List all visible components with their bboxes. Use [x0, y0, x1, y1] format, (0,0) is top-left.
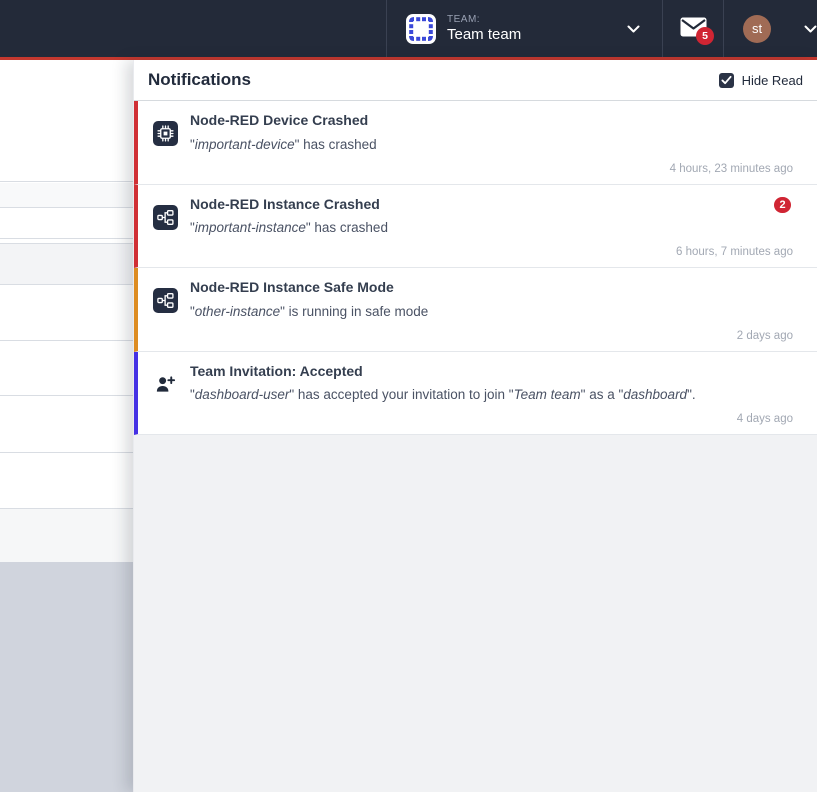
notification-title: Node-RED Instance Crashed [190, 196, 388, 214]
notification-message: "other-instance" is running in safe mode [190, 303, 428, 321]
hide-read-toggle[interactable]: Hide Read [719, 73, 803, 88]
team-avatar-icon [406, 14, 436, 44]
team-name: Team team [447, 27, 521, 44]
notification-title: Team Invitation: Accepted [190, 363, 696, 381]
notification-item[interactable]: Node-RED Instance Crashed "important-ins… [134, 185, 817, 269]
notification-item[interactable]: Team Invitation: Accepted "dashboard-use… [134, 352, 817, 436]
notification-count-badge: 2 [774, 197, 791, 213]
notification-timestamp: 6 hours, 7 minutes ago [676, 246, 793, 258]
top-navbar: TEAM: Team team 5 st [0, 0, 817, 57]
notification-title: Node-RED Instance Safe Mode [190, 279, 428, 297]
user-add-icon [153, 372, 178, 397]
notification-timestamp: 2 days ago [737, 330, 793, 342]
instance-icon [153, 288, 178, 313]
notification-message: "important-device" has crashed [190, 136, 377, 154]
notification-timestamp: 4 hours, 23 minutes ago [670, 163, 793, 175]
app-root: TEAM: Team team 5 st [0, 0, 817, 792]
team-selector[interactable]: TEAM: Team team [386, 0, 663, 57]
instance-icon [153, 205, 178, 230]
notification-timestamp: 4 days ago [737, 413, 793, 425]
hide-read-checkbox[interactable] [719, 73, 734, 88]
mail-unread-badge: 5 [696, 27, 714, 45]
notification-title: Node-RED Device Crashed [190, 112, 377, 130]
chevron-down-icon [804, 25, 817, 33]
drawer-title: Notifications [148, 70, 251, 90]
chevron-down-icon [627, 25, 640, 33]
device-chip-icon [153, 121, 178, 146]
user-menu[interactable]: st [724, 0, 817, 57]
notification-item[interactable]: Node-RED Instance Safe Mode "other-insta… [134, 268, 817, 352]
user-avatar: st [743, 15, 771, 43]
notification-message: "dashboard-user" has accepted your invit… [190, 386, 696, 404]
notification-message: "important-instance" has crashed [190, 219, 388, 237]
drawer-header: Notifications Hide Read [134, 60, 817, 101]
notification-item[interactable]: Node-RED Device Crashed "important-devic… [134, 101, 817, 185]
notifications-drawer: Notifications Hide Read Node-RED Device … [133, 60, 817, 792]
team-label: TEAM: [447, 14, 480, 25]
notifications-mail-button[interactable]: 5 [663, 0, 724, 57]
hide-read-label: Hide Read [742, 73, 803, 88]
notification-list: Node-RED Device Crashed "important-devic… [134, 101, 817, 435]
